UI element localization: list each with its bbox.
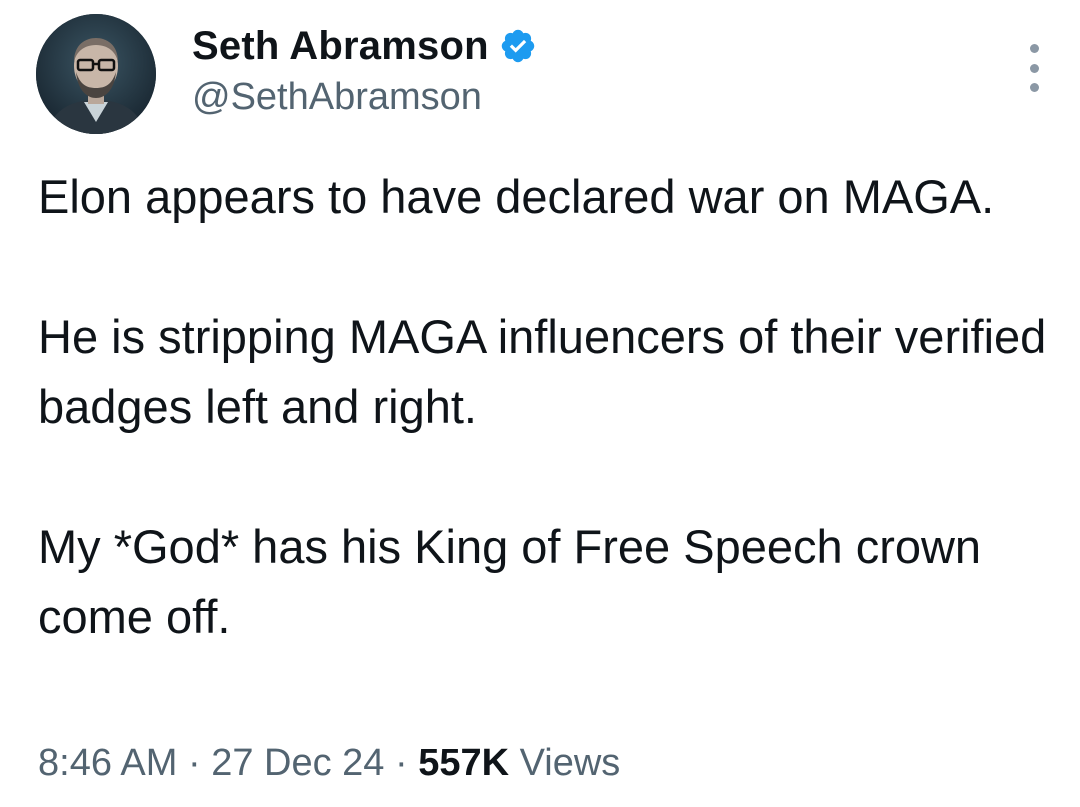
more-dot: [1029, 63, 1039, 73]
tweet-paragraph: My *God* has his King of Free Speech cro…: [38, 520, 982, 643]
avatar-portrait-icon: [36, 14, 156, 134]
tweet-card: Seth Abramson @SethAbramson Elon appears…: [0, 0, 1080, 807]
tweet-meta: 8:46 AM · 27 Dec 24 · 557K Views: [38, 742, 620, 785]
author-handle[interactable]: @SethAbramson: [192, 76, 537, 119]
tweet-paragraph: Elon appears to have declared war on MAG…: [38, 170, 995, 223]
more-dot: [1029, 44, 1039, 53]
more-dot: [1029, 83, 1039, 92]
meta-separator: ·: [395, 742, 408, 784]
tweet-header: Seth Abramson @SethAbramson: [36, 14, 1046, 138]
name-row: Seth Abramson: [192, 18, 537, 74]
views-label: Views: [519, 742, 621, 784]
tweet-text: Elon appears to have declared war on MAG…: [38, 162, 1048, 652]
verified-badge-icon[interactable]: [499, 27, 537, 65]
tweet-date[interactable]: 27 Dec 24: [211, 742, 384, 784]
tweet-paragraph: He is stripping MAGA influencers of thei…: [38, 310, 1047, 433]
views-count[interactable]: 557K: [418, 742, 509, 784]
author-identity: Seth Abramson @SethAbramson: [192, 18, 537, 119]
meta-separator: ·: [187, 742, 201, 784]
author-display-name[interactable]: Seth Abramson: [192, 24, 489, 69]
more-options-icon[interactable]: [1022, 44, 1046, 92]
avatar[interactable]: [36, 14, 156, 134]
tweet-time[interactable]: 8:46 AM: [38, 742, 177, 784]
